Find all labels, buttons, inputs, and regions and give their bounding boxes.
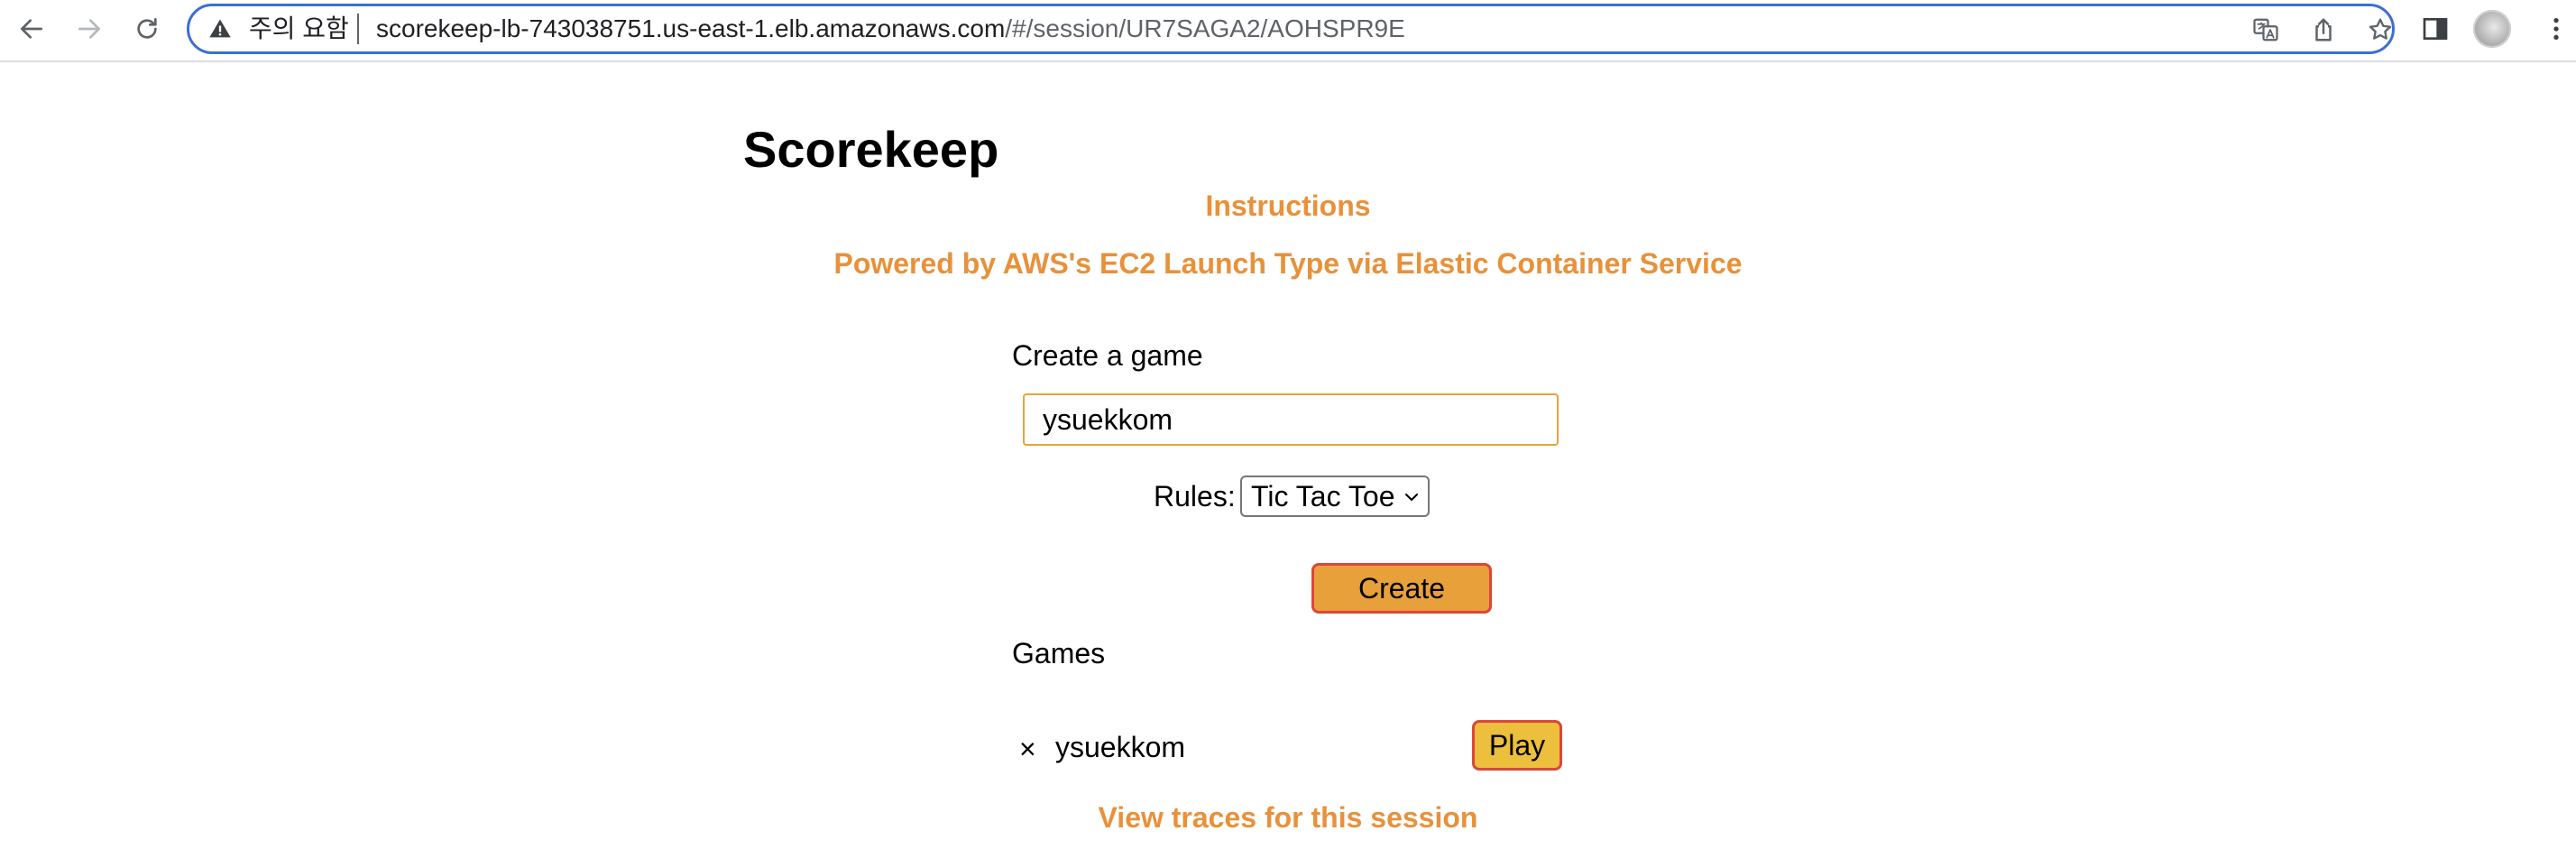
star-icon [2369, 18, 2392, 40]
game-name: ysuekkom [1055, 731, 1186, 763]
browser-menu-button[interactable] [2540, 13, 2572, 45]
avatar[interactable] [2473, 10, 2511, 48]
url-path: /#/session/UR7SAGA2/AOHSPR9E [1005, 14, 1405, 42]
arrow-right-icon [78, 19, 100, 39]
page-title: Scorekeep [743, 121, 999, 178]
reload-button[interactable] [129, 11, 165, 47]
omnibox-divider [357, 14, 359, 44]
rules-label: Rules: [1154, 480, 1236, 512]
bookmark-button[interactable] [2366, 15, 2395, 44]
translate-icon [2253, 18, 2278, 42]
url-text[interactable]: scorekeep-lb-743038751.us-east-1.elb.ama… [376, 14, 1405, 43]
create-game-label: Create a game [1012, 339, 1203, 372]
play-button[interactable]: Play [1472, 720, 1562, 771]
browser-toolbar: 주의 요함 scorekeep-lb-743038751.us-east-1.e… [0, 0, 2576, 62]
chevron-down-icon [1405, 494, 1418, 501]
url-host: scorekeep-lb-743038751.us-east-1.elb.ama… [376, 14, 1006, 42]
view-traces-link[interactable]: View traces for this session [0, 799, 2576, 836]
reload-icon [137, 18, 157, 39]
instructions-link[interactable]: Instructions [0, 188, 2576, 224]
share-button[interactable] [2309, 15, 2338, 44]
game-name-input[interactable] [1023, 393, 1559, 446]
create-button[interactable]: Create [1311, 563, 1492, 614]
powered-by-link[interactable]: Powered by AWS's EC2 Launch Type via Ela… [0, 245, 2576, 282]
forward-button[interactable] [71, 11, 107, 47]
more-vert-icon [2553, 18, 2559, 40]
address-bar[interactable]: 주의 요함 scorekeep-lb-743038751.us-east-1.e… [187, 4, 2395, 54]
games-heading: Games [1012, 637, 1106, 669]
rules-select[interactable]: Tic Tac Toe [1240, 476, 1430, 517]
security-warning-label[interactable]: 주의 요함 [249, 14, 349, 43]
delete-game-button[interactable]: × [1019, 731, 1036, 767]
side-panel-button[interactable] [2419, 13, 2452, 45]
translate-button[interactable] [2251, 15, 2280, 44]
warning-icon[interactable] [207, 16, 233, 42]
back-button[interactable] [14, 11, 50, 47]
share-icon [2315, 18, 2332, 42]
arrow-left-icon [21, 19, 42, 39]
side-panel-icon [2423, 18, 2448, 40]
rules-selected-value: Tic Tac Toe [1251, 480, 1395, 512]
